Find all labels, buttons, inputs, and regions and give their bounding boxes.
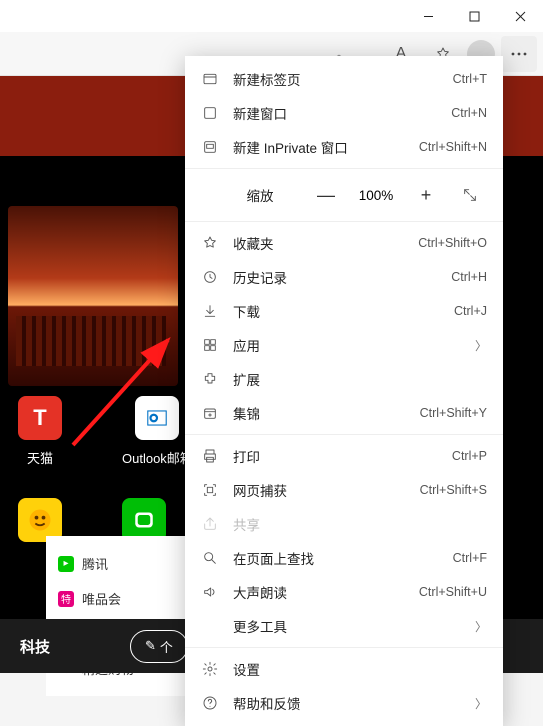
menu-label: 收藏夹 [233, 233, 404, 253]
tile-label: 天猫 [27, 448, 53, 467]
help-icon [201, 695, 219, 711]
menu-label: 网页捕获 [233, 480, 406, 500]
menu-label: 设置 [233, 659, 487, 679]
menu-shortcut: Ctrl+T [453, 72, 487, 86]
settings-menu: 新建标签页 Ctrl+T 新建窗口 Ctrl+N 新建 InPrivate 窗口… [185, 56, 503, 726]
menu-label: 下载 [233, 301, 440, 321]
menu-label: 扩展 [233, 369, 487, 389]
menu-zoom: 缩放 — 100% + [185, 173, 503, 217]
history-icon [201, 269, 219, 285]
link-label: 腾讯 [82, 554, 108, 573]
menu-label: 新建窗口 [233, 103, 437, 123]
read-aloud-icon [201, 584, 219, 600]
menu-separator [185, 221, 503, 222]
menu-label: 新建 InPrivate 窗口 [233, 137, 405, 157]
zoom-out-button[interactable]: — [309, 178, 343, 212]
vip-icon: 特 [58, 591, 74, 607]
menu-downloads[interactable]: 下载 Ctrl+J [185, 294, 503, 328]
print-icon [201, 448, 219, 464]
menu-print[interactable]: 打印 Ctrl+P [185, 439, 503, 473]
tencent-icon: ▸ [58, 556, 74, 572]
menu-label: 打印 [233, 446, 438, 466]
link-label: 唯品会 [82, 589, 121, 608]
menu-history[interactable]: 历史记录 Ctrl+H [185, 260, 503, 294]
chevron-right-icon: 〉 [475, 695, 487, 712]
menu-shortcut: Ctrl+Shift+N [419, 140, 487, 154]
menu-label: 帮助和反馈 [233, 693, 461, 713]
tile-tmall[interactable]: T 天猫 [18, 396, 62, 467]
menu-label: 在页面上查找 [233, 548, 439, 568]
chevron-right-icon: 〉 [475, 337, 487, 354]
menu-label: 大声朗读 [233, 582, 405, 602]
menu-separator [185, 168, 503, 169]
menu-collections[interactable]: 集锦 Ctrl+Shift+Y [185, 396, 503, 430]
menu-label: 历史记录 [233, 267, 437, 287]
new-tab-icon [201, 71, 219, 87]
minimize-button[interactable] [405, 0, 451, 32]
menu-apps[interactable]: 应用 〉 [185, 328, 503, 362]
menu-more-tools[interactable]: 更多工具 〉 [185, 609, 503, 643]
menu-new-window[interactable]: 新建窗口 Ctrl+N [185, 96, 503, 130]
more-menu-button[interactable] [501, 36, 537, 72]
menu-label: 新建标签页 [233, 69, 439, 89]
star-icon [201, 235, 219, 251]
menu-new-tab[interactable]: 新建标签页 Ctrl+T [185, 62, 503, 96]
menu-extensions[interactable]: 扩展 [185, 362, 503, 396]
link-vip[interactable]: 特唯品会 [46, 581, 186, 616]
share-icon [201, 516, 219, 532]
tile-label: Outlook邮箱 [122, 448, 193, 467]
fullscreen-button[interactable] [453, 178, 487, 212]
menu-find[interactable]: 在页面上查找 Ctrl+F [185, 541, 503, 575]
gear-icon [201, 661, 219, 677]
menu-shortcut: Ctrl+P [452, 449, 487, 463]
menu-shortcut: Ctrl+Shift+U [419, 585, 487, 599]
download-icon [201, 303, 219, 319]
link-tencent[interactable]: ▸ 腾讯 [46, 546, 186, 581]
menu-help[interactable]: 帮助和反馈 〉 [185, 686, 503, 720]
extensions-icon [201, 371, 219, 387]
inprivate-icon [201, 139, 219, 155]
background-photo [8, 206, 178, 386]
menu-shortcut: Ctrl+Shift+O [418, 236, 487, 250]
zoom-value: 100% [353, 188, 399, 203]
category-tech[interactable]: 科技 [20, 636, 50, 657]
search-icon [201, 550, 219, 566]
menu-read-aloud[interactable]: 大声朗读 Ctrl+Shift+U [185, 575, 503, 609]
maximize-button[interactable] [451, 0, 497, 32]
menu-label: 共享 [233, 514, 487, 534]
customize-label: 个 [160, 637, 173, 656]
menu-favorites[interactable]: 收藏夹 Ctrl+Shift+O [185, 226, 503, 260]
menu-shortcut: Ctrl+F [453, 551, 487, 565]
menu-web-capture[interactable]: 网页捕获 Ctrl+Shift+S [185, 473, 503, 507]
tmall-icon: T [18, 396, 62, 440]
menu-label: 更多工具 [233, 616, 461, 636]
zoom-in-button[interactable]: + [409, 178, 443, 212]
apps-icon [201, 337, 219, 353]
menu-shortcut: Ctrl+N [451, 106, 487, 120]
menu-share: 共享 [185, 507, 503, 541]
menu-shortcut: Ctrl+Shift+Y [420, 406, 487, 420]
new-window-icon [201, 105, 219, 121]
zoom-label: 缩放 [201, 185, 299, 205]
tile-row-1: T 天猫 Outlook邮箱 [18, 396, 193, 467]
window-titlebar [0, 0, 543, 32]
capture-icon [201, 482, 219, 498]
menu-label: 集锦 [233, 403, 406, 423]
menu-shortcut: Ctrl+J [454, 304, 487, 318]
menu-shortcut: Ctrl+H [451, 270, 487, 284]
outlook-icon [135, 396, 179, 440]
chevron-right-icon: 〉 [475, 618, 487, 635]
menu-label: 应用 [233, 335, 461, 355]
customize-button[interactable]: ✎ 个 [130, 630, 188, 663]
menu-separator [185, 434, 503, 435]
tile-outlook[interactable]: Outlook邮箱 [122, 396, 193, 467]
menu-new-inprivate[interactable]: 新建 InPrivate 窗口 Ctrl+Shift+N [185, 130, 503, 164]
menu-shortcut: Ctrl+Shift+S [420, 483, 487, 497]
menu-separator [185, 647, 503, 648]
menu-settings[interactable]: 设置 [185, 652, 503, 686]
close-button[interactable] [497, 0, 543, 32]
collections-icon [201, 405, 219, 421]
